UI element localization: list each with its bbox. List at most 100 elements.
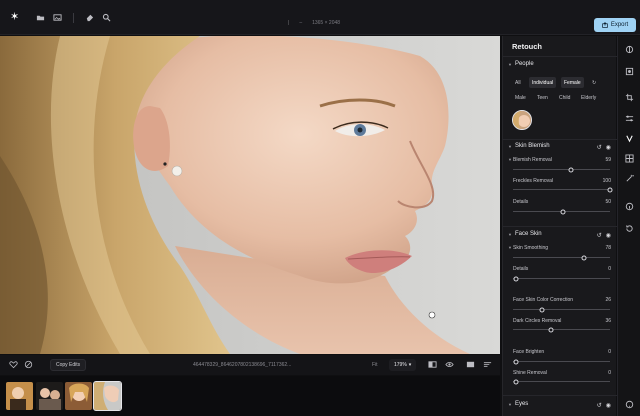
slider-label-face-brighten: Face Brighten xyxy=(513,349,545,355)
filmstrip xyxy=(0,376,500,416)
color-correction-slider[interactable] xyxy=(513,307,610,312)
toolbar-separator: | xyxy=(288,20,290,26)
skin-smoothing-slider[interactable] xyxy=(513,255,610,260)
heart-icon[interactable] xyxy=(9,360,18,369)
section-title: Skin Blemish xyxy=(514,143,550,149)
filter-chip-all[interactable]: All xyxy=(512,77,524,88)
portrait-photo xyxy=(0,36,500,354)
slider-label-dark-circles-removal: Dark Circles Removal xyxy=(513,318,562,324)
face-skin-section-header[interactable]: ▼ Face Skin xyxy=(508,231,542,237)
slider-handle[interactable] xyxy=(607,187,613,192)
dark-circles-slider[interactable] xyxy=(513,327,610,332)
fit-button[interactable]: Fit xyxy=(372,362,378,368)
history-icon[interactable] xyxy=(625,224,634,233)
filmstrip-thumbnail[interactable] xyxy=(6,382,33,410)
gallery-icon[interactable] xyxy=(466,360,475,369)
search-icon[interactable] xyxy=(102,13,111,22)
eye-icon[interactable] xyxy=(445,360,454,369)
export-button[interactable]: Export xyxy=(594,18,636,32)
divider xyxy=(503,56,617,57)
filmstrip-thumbnail-selected[interactable] xyxy=(93,381,122,411)
compare-icon[interactable] xyxy=(428,360,437,369)
slider-label-details: Details xyxy=(513,199,529,205)
section-title: Eyes xyxy=(514,401,529,407)
eraser-icon[interactable] xyxy=(85,13,94,22)
slider-handle[interactable] xyxy=(560,209,566,214)
slider-label-blemish-removal: Blemish Removal xyxy=(513,157,552,163)
filmstrip-thumbnail[interactable] xyxy=(65,382,92,410)
sliders-icon[interactable] xyxy=(625,114,634,123)
slider-value: 78 xyxy=(605,245,611,251)
slider-value: 100 xyxy=(602,178,611,184)
slider-value: 26 xyxy=(605,297,611,303)
filter-chip-individual[interactable]: Individual xyxy=(529,77,557,88)
visibility-icon[interactable]: ◉ xyxy=(606,144,611,151)
divider xyxy=(503,395,617,396)
reset-icon[interactable]: ↺ xyxy=(597,232,602,239)
face-icon[interactable] xyxy=(625,67,634,76)
toolbar-icon-group xyxy=(36,13,111,23)
filmstrip-thumbnail[interactable] xyxy=(36,382,63,410)
slider-handle[interactable] xyxy=(581,255,587,260)
divider xyxy=(503,226,617,227)
eyes-section-header[interactable]: ▼ Eyes xyxy=(508,401,528,407)
filter-chip-elderly[interactable]: Elderly xyxy=(578,92,599,103)
zoom-select[interactable]: 179% ▾ xyxy=(389,359,417,371)
image-dimensions: 1365 × 2048 xyxy=(312,20,341,26)
slider-handle[interactable] xyxy=(568,167,574,172)
tool-rail xyxy=(617,36,640,416)
slider-handle[interactable] xyxy=(548,327,554,332)
magic-icon[interactable] xyxy=(625,174,634,183)
toolbar-center-info: | – 1365 × 2048 xyxy=(288,20,340,26)
refresh-icon[interactable]: ↻ xyxy=(589,77,599,88)
face-details-slider[interactable] xyxy=(513,276,610,281)
blemish-details-slider[interactable] xyxy=(513,209,610,214)
shine-removal-slider[interactable] xyxy=(513,379,610,384)
filter-chip-female[interactable]: Female xyxy=(561,77,584,88)
slider-label-shine-removal: Shine Removal xyxy=(513,370,547,376)
reject-icon[interactable] xyxy=(24,360,33,369)
filter-chip-child[interactable]: Child xyxy=(556,92,573,103)
menu-icon[interactable] xyxy=(483,360,492,369)
section-actions: ↺ ◉ xyxy=(597,232,611,239)
copy-edits-button[interactable]: Copy Edits xyxy=(50,359,87,371)
filter-chip-male[interactable]: Male xyxy=(512,92,529,103)
app-logo[interactable]: ✶ xyxy=(10,12,19,23)
slider-value: 36 xyxy=(605,318,611,324)
info-icon[interactable] xyxy=(625,202,634,211)
chevron-down-icon: ▾ xyxy=(408,362,412,368)
bottom-toolbar: Copy Edits 464478329_8646207802138696_71… xyxy=(0,355,500,375)
visibility-icon[interactable]: ◉ xyxy=(606,402,611,409)
filter-chip-teen[interactable]: Teen xyxy=(534,92,551,103)
detected-face-avatar[interactable] xyxy=(512,110,532,130)
retouch-panel: Retouch ▼ People All Individual Female ↻… xyxy=(502,36,617,416)
slider-handle[interactable] xyxy=(513,276,519,281)
slider-handle[interactable] xyxy=(539,307,545,312)
section-title: People xyxy=(514,61,534,67)
slider-label-details: Details xyxy=(513,266,529,272)
help-icon[interactable] xyxy=(625,400,634,409)
top-toolbar: ✶ | – 1365 × 2048 Export xyxy=(0,0,640,35)
skin-blemish-section-header[interactable]: ▼ Skin Blemish xyxy=(508,143,550,149)
grid-icon[interactable] xyxy=(625,154,634,163)
slider-value: 50 xyxy=(605,199,611,205)
crop-icon[interactable] xyxy=(625,93,634,102)
adjust-icon[interactable] xyxy=(625,45,634,54)
image-icon[interactable] xyxy=(53,13,62,22)
slider-handle[interactable] xyxy=(513,379,519,384)
folder-icon[interactable] xyxy=(36,13,45,22)
toolbar-divider xyxy=(73,13,74,23)
reset-icon[interactable]: ↺ xyxy=(597,402,602,409)
panel-title: Retouch xyxy=(512,42,542,51)
freckles-removal-slider[interactable] xyxy=(513,187,613,192)
visibility-icon[interactable]: ◉ xyxy=(606,232,611,239)
image-canvas[interactable] xyxy=(0,36,500,354)
retouch-icon[interactable] xyxy=(625,134,634,143)
slider-value: 0 xyxy=(608,370,611,376)
slider-handle[interactable] xyxy=(513,359,519,364)
face-brighten-slider[interactable] xyxy=(513,359,610,364)
people-section-header[interactable]: ▼ People xyxy=(508,61,534,67)
reset-icon[interactable]: ↺ xyxy=(597,144,602,151)
blemish-removal-slider[interactable] xyxy=(513,167,610,172)
toolbar-dash: – xyxy=(299,20,303,26)
